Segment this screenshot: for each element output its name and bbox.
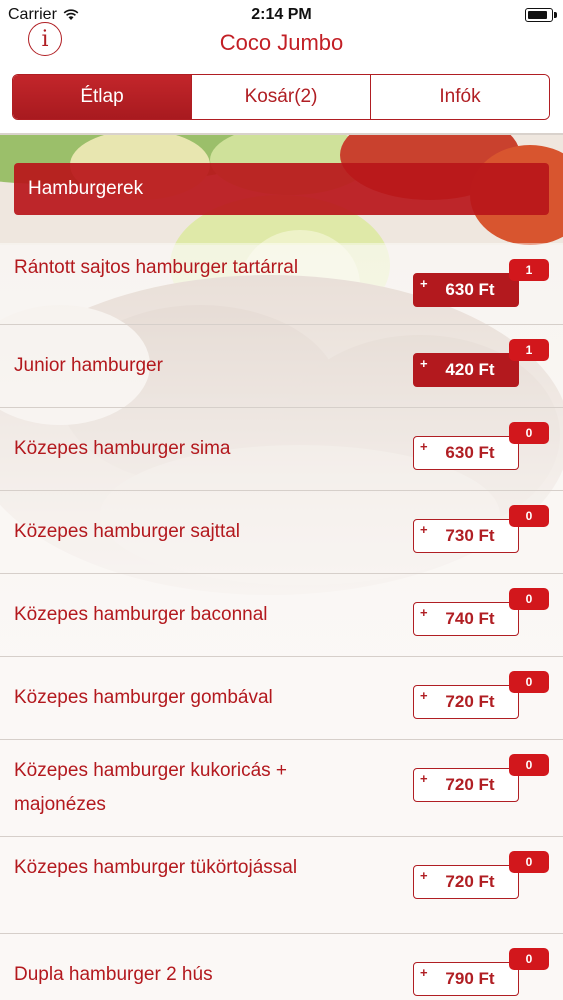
list-item[interactable]: Dupla hamburger 2 hús + 790 Ft 0 — [0, 934, 563, 1000]
tab-etlap[interactable]: Étlap — [13, 75, 191, 119]
item-price: 730 Ft — [445, 526, 495, 545]
item-price: 420 Ft — [445, 360, 495, 379]
status-time: 2:14 PM — [251, 6, 312, 23]
add-to-cart-button[interactable]: + 630 Ft — [413, 273, 519, 307]
quantity-badge: 1 — [509, 339, 549, 361]
quantity-badge: 0 — [509, 851, 549, 873]
nav-bar: i Coco Jumbo — [0, 22, 563, 74]
list-item[interactable]: Rántott sajtos hamburger tartárral + 630… — [0, 243, 563, 325]
add-to-cart-button[interactable]: + 740 Ft — [413, 602, 519, 636]
tab-infok[interactable]: Infók — [370, 75, 549, 119]
item-name: Közepes hamburger tükörtojással — [14, 857, 298, 878]
item-name: Közepes hamburger sima — [14, 438, 231, 459]
add-to-cart-button[interactable]: + 790 Ft — [413, 962, 519, 996]
page-title: Coco Jumbo — [219, 30, 344, 55]
item-name: Közepes hamburger kukoricás + majonézes — [14, 760, 288, 815]
add-to-cart-button[interactable]: + 630 Ft — [413, 436, 519, 470]
quantity-badge: 0 — [509, 505, 549, 527]
status-bar: Carrier 2:14 PM — [0, 0, 563, 30]
item-price: 630 Ft — [445, 280, 495, 299]
add-to-cart-button[interactable]: + 420 Ft — [413, 353, 519, 387]
item-name: Dupla hamburger 2 hús — [14, 964, 213, 985]
item-name: Közepes hamburger baconnal — [14, 604, 268, 625]
item-name: Junior hamburger — [14, 355, 163, 376]
quantity-badge: 0 — [509, 671, 549, 693]
add-to-cart-button[interactable]: + 720 Ft — [413, 865, 519, 899]
item-price: 720 Ft — [445, 775, 495, 794]
add-to-cart-button[interactable]: + 720 Ft — [413, 768, 519, 802]
list-item[interactable]: Közepes hamburger gombával + 720 Ft 0 — [0, 657, 563, 740]
list-item[interactable]: Közepes hamburger sajttal + 730 Ft 0 — [0, 491, 563, 574]
list-item[interactable]: Közepes hamburger kukoricás + majonézes … — [0, 740, 563, 837]
menu-content[interactable]: Hamburgerek Rántott sajtos hamburger tar… — [0, 135, 563, 1000]
battery-icon — [525, 8, 557, 22]
add-to-cart-button[interactable]: + 720 Ft — [413, 685, 519, 719]
list-item[interactable]: Közepes hamburger baconnal + 740 Ft 0 — [0, 574, 563, 657]
add-to-cart-button[interactable]: + 730 Ft — [413, 519, 519, 553]
section-header[interactable]: Hamburgerek — [14, 163, 549, 215]
quantity-badge: 0 — [509, 754, 549, 776]
menu-list: Rántott sajtos hamburger tartárral + 630… — [0, 243, 563, 1000]
quantity-badge: 0 — [509, 588, 549, 610]
item-name: Közepes hamburger sajttal — [14, 521, 241, 542]
item-price: 720 Ft — [445, 692, 495, 711]
tab-bar: Étlap Kosár(2) Infók — [12, 74, 550, 120]
item-price: 740 Ft — [445, 609, 495, 628]
item-name: Rántott sajtos hamburger tartárral — [14, 257, 299, 278]
item-price: 630 Ft — [445, 443, 495, 462]
tab-kosar[interactable]: Kosár(2) — [191, 75, 370, 119]
quantity-badge: 1 — [509, 259, 549, 281]
quantity-badge: 0 — [509, 422, 549, 444]
list-item[interactable]: Közepes hamburger tükörtojással + 720 Ft… — [0, 837, 563, 934]
list-item[interactable]: Közepes hamburger sima + 630 Ft 0 — [0, 408, 563, 491]
quantity-badge: 0 — [509, 948, 549, 970]
item-price: 720 Ft — [445, 872, 495, 891]
list-item[interactable]: Junior hamburger + 420 Ft 1 — [0, 325, 563, 408]
item-name: Közepes hamburger gombával — [14, 687, 273, 708]
item-price: 790 Ft — [445, 969, 495, 988]
